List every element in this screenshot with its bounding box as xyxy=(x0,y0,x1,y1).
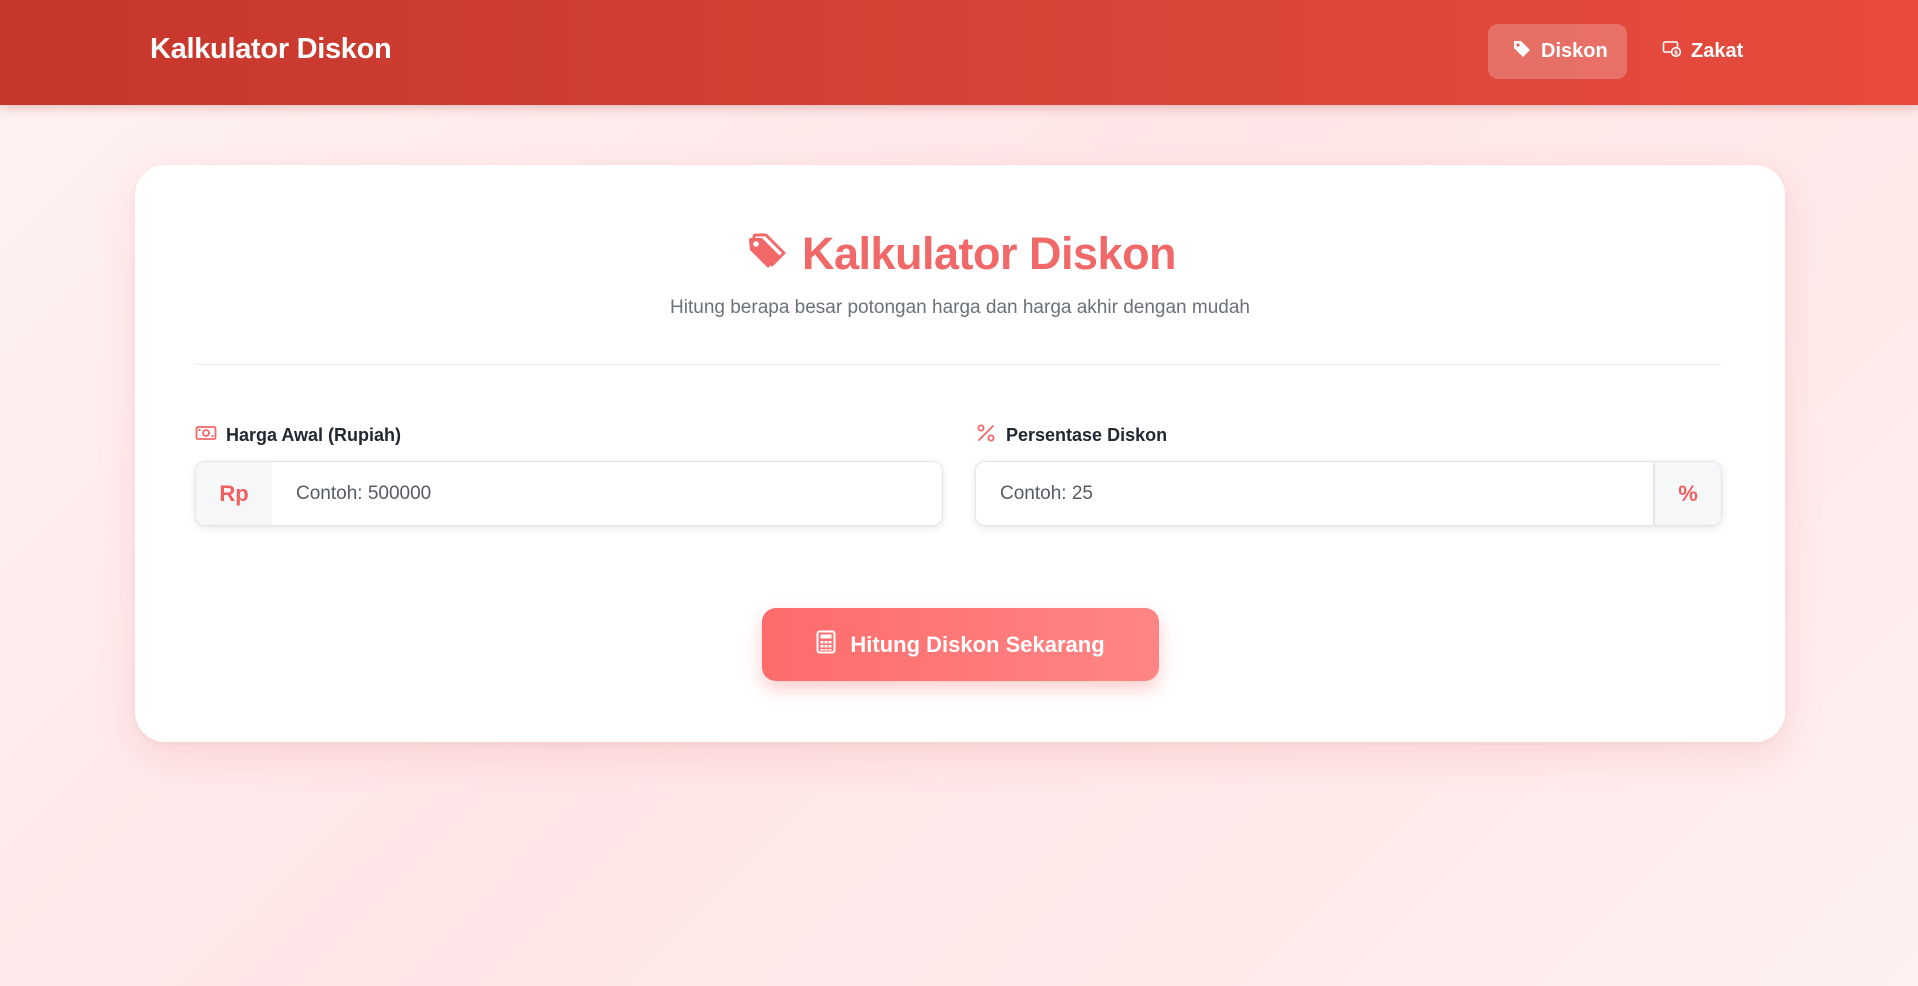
nav-item-zakat[interactable]: $ Zakat xyxy=(1638,24,1758,79)
nav-item-label: Zakat xyxy=(1691,40,1744,62)
calculator-heading: Kalkulator Diskon xyxy=(135,228,1785,280)
discount-label-text: Persentase Diskon xyxy=(1006,425,1168,445)
money-bill-icon xyxy=(195,422,217,449)
percent-icon xyxy=(975,422,997,449)
money-coin-icon: $ xyxy=(1662,39,1682,65)
calculate-button-label: Hitung Diskon Sekarang xyxy=(850,631,1105,657)
price-input[interactable] xyxy=(272,462,942,525)
nav-item-label: Diskon xyxy=(1541,40,1608,62)
price-label-text: Harga Awal (Rupiah) xyxy=(226,425,402,445)
page-subtitle: Hitung berapa besar potongan harga dan h… xyxy=(670,297,1250,318)
price-input-group: Rp xyxy=(195,461,943,526)
top-navbar: Kalkulator Diskon Diskon $ Zakat xyxy=(0,0,1918,105)
discount-input-group: % xyxy=(975,461,1722,526)
currency-prefix: Rp xyxy=(196,462,272,525)
nav-item-diskon[interactable]: Diskon xyxy=(1488,24,1627,79)
discount-input[interactable] xyxy=(976,462,1653,525)
divider xyxy=(195,364,1722,365)
calculate-button[interactable]: Hitung Diskon Sekarang xyxy=(762,608,1159,681)
price-field-label: Harga Awal (Rupiah) xyxy=(195,422,401,449)
percent-suffix: % xyxy=(1653,462,1721,525)
page-title: Kalkulator Diskon xyxy=(801,228,1177,279)
calculator-card: Kalkulator Diskon Hitung berapa besar po… xyxy=(135,165,1785,742)
svg-text:$: $ xyxy=(1674,48,1679,56)
brand-title[interactable]: Kalkulator Diskon xyxy=(150,33,392,66)
calculator-icon xyxy=(816,630,836,660)
tag-icon xyxy=(1512,39,1532,65)
discount-field-label: Persentase Diskon xyxy=(975,422,1167,449)
tags-icon xyxy=(744,229,790,280)
